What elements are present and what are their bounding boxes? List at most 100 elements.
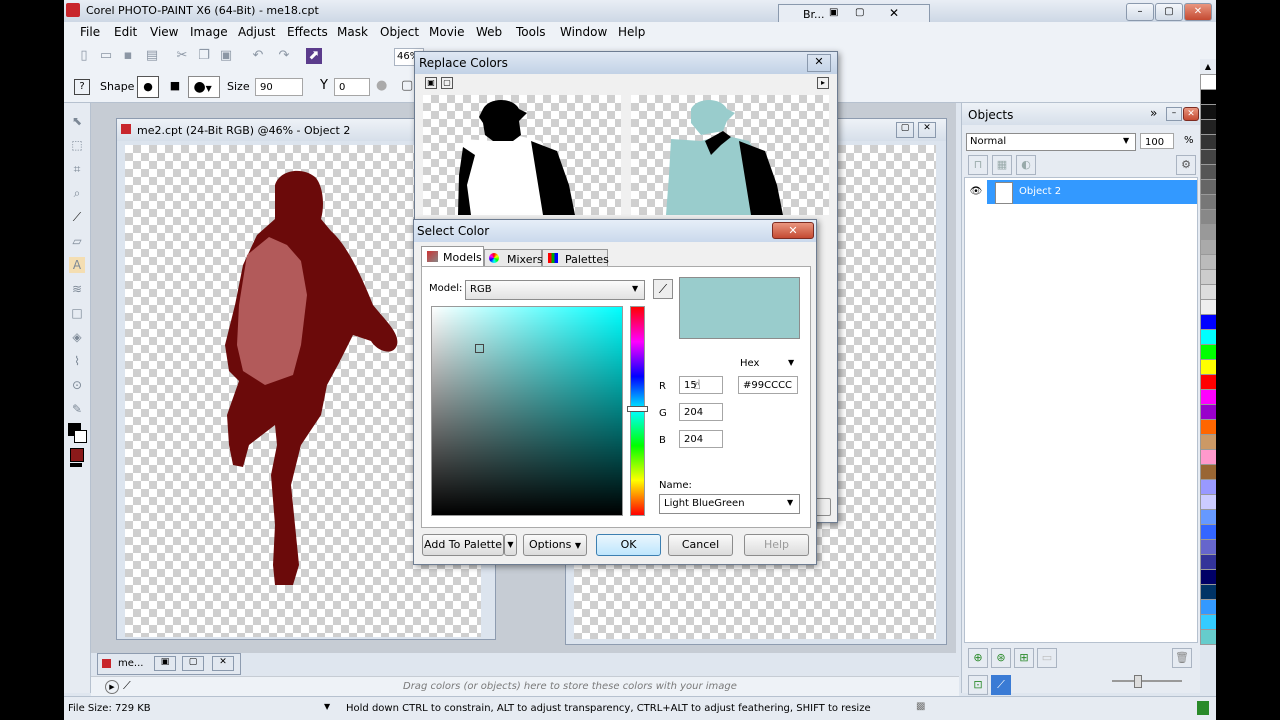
palette-swatch[interactable]: [1200, 539, 1216, 555]
color-name-dropdown[interactable]: Light BlueGreen ▼: [659, 494, 800, 514]
hex-input[interactable]: #99CCCC: [738, 376, 798, 394]
minimized-maximize-icon[interactable]: ▢: [182, 656, 204, 671]
palette-swatch[interactable]: [1200, 554, 1216, 570]
palette-swatch[interactable]: [1200, 479, 1216, 495]
palette-swatch[interactable]: [1200, 614, 1216, 630]
crop-tool-icon[interactable]: ⌗: [69, 161, 85, 177]
palette-swatch[interactable]: [1200, 599, 1216, 615]
format-dropdown-label[interactable]: Hex: [740, 358, 759, 369]
pick-tool-icon[interactable]: ⬉: [69, 113, 85, 129]
brush-preset-dropdown[interactable]: ●▼: [188, 76, 220, 98]
palette-swatch[interactable]: [1200, 359, 1216, 375]
palette-swatch[interactable]: [1200, 239, 1216, 255]
open-icon[interactable]: ▭: [98, 48, 114, 64]
second-document-close-icon[interactable]: ✕: [918, 122, 936, 138]
new-icon[interactable]: ▯: [76, 48, 92, 64]
menu-effects[interactable]: Effects: [287, 25, 328, 39]
cancel-button[interactable]: Cancel: [668, 534, 733, 556]
paste-icon[interactable]: ▣: [218, 48, 234, 64]
palette-swatch[interactable]: [1200, 449, 1216, 465]
close-button[interactable]: ✕: [1184, 3, 1212, 21]
object-row[interactable]: 👁 Object 2: [965, 180, 1197, 204]
preview-split-icon[interactable]: ▢: [441, 77, 453, 89]
menu-file[interactable]: File: [80, 25, 100, 39]
preview-toggle-icon[interactable]: ▣: [425, 77, 437, 89]
add-to-palette-button[interactable]: Add To Palette: [422, 534, 504, 556]
transparency-input[interactable]: 0: [334, 78, 370, 96]
palette-swatch[interactable]: [1200, 74, 1216, 90]
palette-swatch[interactable]: [1200, 134, 1216, 150]
palette-play-icon[interactable]: ▶: [105, 680, 119, 694]
object-picker-icon[interactable]: ⬈: [306, 48, 322, 64]
preview-arrow-icon[interactable]: ▸: [817, 77, 829, 89]
menu-tools[interactable]: Tools: [516, 25, 546, 39]
docker-tool-icon-1[interactable]: ⊡: [968, 675, 988, 695]
menu-mask[interactable]: Mask: [337, 25, 368, 39]
g-input[interactable]: 204: [679, 403, 723, 421]
fill-color-swatch[interactable]: [70, 448, 84, 462]
select-color-close-icon[interactable]: ✕: [772, 222, 814, 239]
thumbnail-size-slider[interactable]: [1112, 680, 1182, 682]
secondary-maximize-icon[interactable]: ▢: [855, 7, 864, 18]
palette-swatch[interactable]: [1200, 494, 1216, 510]
palette-swatch[interactable]: [1200, 389, 1216, 405]
palette-swatch[interactable]: [1200, 344, 1216, 360]
delete-object-icon[interactable]: 🗑: [1172, 648, 1192, 668]
docker-close-icon[interactable]: ✕: [1183, 107, 1199, 121]
mask-tool-icon[interactable]: ⬚: [69, 137, 85, 153]
copy-icon[interactable]: ❐: [196, 48, 212, 64]
menu-help[interactable]: Help: [618, 25, 645, 39]
palette-swatch[interactable]: [1200, 524, 1216, 540]
lock-transparency-icon[interactable]: ▦: [992, 155, 1012, 175]
palette-swatch[interactable]: [1200, 374, 1216, 390]
palette-swatch[interactable]: [1200, 254, 1216, 270]
thumbnail-size-handle[interactable]: [1134, 675, 1142, 688]
maximize-button[interactable]: ▢: [1155, 3, 1183, 21]
group-objects-icon[interactable]: ▭: [1037, 648, 1057, 668]
clone-tool-icon[interactable]: ⊙: [69, 377, 85, 393]
eraser-tool-icon[interactable]: ▱: [69, 233, 85, 249]
new-object-icon[interactable]: ⊕: [968, 648, 988, 668]
round-shape-button[interactable]: ●: [137, 76, 159, 98]
ok-button[interactable]: OK: [596, 534, 661, 556]
palette-swatch[interactable]: [1200, 314, 1216, 330]
rectangle-tool-icon[interactable]: □: [69, 305, 85, 321]
palette-swatch[interactable]: [1200, 119, 1216, 135]
swap-colors-icon[interactable]: [70, 463, 82, 467]
palette-scroll-up-icon[interactable]: ▲: [1200, 59, 1216, 74]
visibility-eye-icon[interactable]: 👁: [965, 180, 987, 204]
paint-tool-icon[interactable]: ≋: [69, 281, 85, 297]
tab-palettes[interactable]: Palettes: [542, 249, 609, 267]
menu-edit[interactable]: Edit: [114, 25, 137, 39]
print-icon[interactable]: ▤: [144, 48, 160, 64]
palette-swatch[interactable]: [1200, 224, 1216, 240]
add-to-palette-dropdown[interactable]: ▼: [504, 534, 517, 556]
palette-swatch[interactable]: [1200, 434, 1216, 450]
redo-icon[interactable]: ↷: [276, 48, 292, 64]
palette-swatch[interactable]: [1200, 284, 1216, 300]
antialias-icon[interactable]: ●: [376, 78, 387, 93]
b-input[interactable]: 204: [679, 430, 723, 448]
docker-minimize-icon[interactable]: –: [1166, 107, 1182, 121]
palette-swatch[interactable]: [1200, 584, 1216, 600]
eyedropper-tool-icon[interactable]: ⟋: [69, 209, 85, 225]
color-picker-marker[interactable]: [475, 344, 484, 353]
undo-icon[interactable]: ↶: [250, 48, 266, 64]
menu-object[interactable]: Object: [380, 25, 419, 39]
palette-swatch[interactable]: [1200, 194, 1216, 210]
fill-tool-icon[interactable]: ◈: [69, 329, 85, 345]
format-chevron-icon[interactable]: ▼: [788, 358, 794, 367]
model-dropdown[interactable]: RGB ▼: [465, 280, 645, 300]
options-button[interactable]: Options ▼: [523, 534, 587, 556]
minimized-close-icon[interactable]: ✕: [212, 656, 234, 671]
palette-swatch[interactable]: [1200, 629, 1216, 645]
object-name[interactable]: Object 2: [1019, 186, 1061, 197]
object-properties-icon[interactable]: ⚙: [1176, 155, 1196, 175]
hue-slider[interactable]: [627, 306, 648, 516]
duplicate-object-icon[interactable]: ⊞: [1014, 648, 1034, 668]
palette-swatch[interactable]: [1200, 404, 1216, 420]
cut-icon[interactable]: ✂: [174, 48, 190, 64]
background-color-swatch[interactable]: [74, 430, 87, 443]
blend-mode-dropdown[interactable]: Normal ▼: [966, 133, 1136, 151]
minimize-button[interactable]: –: [1126, 3, 1154, 21]
